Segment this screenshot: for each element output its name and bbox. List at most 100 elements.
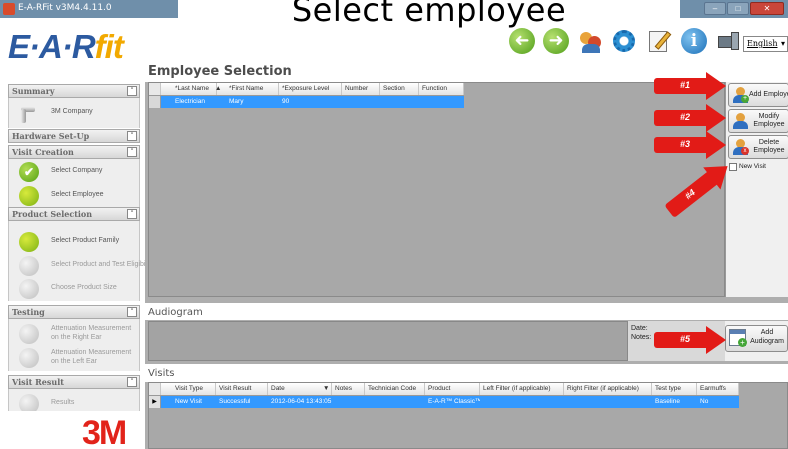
edit-user-icon <box>732 113 748 129</box>
col-notes[interactable]: Notes <box>332 383 365 395</box>
sidebar-item-select-product-family[interactable]: Select Product Family <box>9 229 141 255</box>
sidebar-item-label: Attenuation Measurement on the Right Ear <box>51 325 132 341</box>
table-row[interactable]: New Visit Successful 2012-06-04 13:43:05… <box>149 396 739 408</box>
delete-employee-label: Delete Employee <box>749 136 788 158</box>
sidebar-visit-creation-body: ✔ Select Company Select Employee <box>8 159 140 209</box>
sidebar-visit-result-header[interactable]: Visit Result ˄ <box>8 375 140 389</box>
language-value: English <box>747 39 778 48</box>
info-glyph: i <box>690 31 698 51</box>
sidebar-visit-result-title: Visit Result <box>12 377 64 387</box>
col-technician-code[interactable]: Technician Code <box>365 383 425 395</box>
cell-product: E-A-R™ Classic™ <box>428 398 480 405</box>
status-dot-icon <box>19 394 39 411</box>
sidebar-visit-creation-title: Visit Creation <box>12 147 74 157</box>
annotation-arrow-5: #5 <box>654 326 726 354</box>
delete-label-line2: Employee <box>753 147 785 154</box>
delete-label-line1: Delete <box>758 139 780 146</box>
col-product[interactable]: Product <box>425 383 480 395</box>
col-number[interactable]: Number <box>342 83 380 95</box>
computer-icon[interactable] <box>716 28 742 54</box>
sidebar-testing-title: Testing <box>12 307 45 317</box>
col-date[interactable]: Date <box>268 383 320 395</box>
window-title: E-A-RFit v3M4.4.11.0 <box>18 3 112 13</box>
sidebar-visit-creation-header[interactable]: Visit Creation ˄ <box>8 145 140 159</box>
collapse-icon[interactable]: ˄ <box>127 377 137 387</box>
sort-asc-icon: ▲ <box>215 85 222 92</box>
back-arrow-icon[interactable]: ➜ <box>509 28 535 54</box>
collapse-icon[interactable]: ˄ <box>127 209 137 219</box>
collapse-icon[interactable]: ˄ <box>127 307 137 317</box>
col-earmuffs[interactable]: Earmuffs <box>697 383 739 395</box>
col-exposure-level[interactable]: *Exposure Level <box>279 83 342 95</box>
audiogram-title: Audiogram <box>148 307 203 318</box>
status-dot-icon <box>19 232 39 252</box>
sidebar-item-right-ear[interactable]: Attenuation Measurement on the Right Ear <box>9 321 141 347</box>
sidebar-item-select-company[interactable]: ✔ Select Company <box>9 159 141 185</box>
row-selector[interactable] <box>149 96 161 108</box>
app-window: E-A-RFit v3M4.4.11.0 – □ ✕ E·A·Rfit ➜ ➜ … <box>0 0 788 449</box>
table-header: *Last Name ▲ *First Name *Exposure Level… <box>149 83 464 96</box>
forward-arrow-glyph: ➜ <box>548 30 564 51</box>
audiogram-title-bar <box>145 303 788 320</box>
language-select[interactable]: English ▾ <box>743 36 788 52</box>
add-user-icon: + <box>732 87 749 103</box>
modify-label-line1: Modify <box>758 113 780 120</box>
modify-employee-button[interactable]: Modify Employee <box>728 109 788 133</box>
col-visit-result[interactable]: Visit Result <box>216 383 268 395</box>
sidebar-item-select-employee[interactable]: Select Employee <box>9 183 141 209</box>
status-dot-icon <box>19 186 39 206</box>
add-audiogram-line1: Add <box>760 329 774 336</box>
col-right-filter[interactable]: Right Filter (if applicable) <box>564 383 652 395</box>
delete-employee-button[interactable]: x Delete Employee <box>728 135 788 159</box>
expand-icon[interactable]: ˅ <box>127 131 137 141</box>
cell-visit-type: New Visit <box>175 398 202 405</box>
date-label: Date: <box>631 325 648 332</box>
col-visit-type[interactable]: Visit Type <box>172 383 216 395</box>
users-icon[interactable] <box>578 28 604 54</box>
cell-section <box>380 96 419 108</box>
sidebar-item-label: Results <box>51 399 75 406</box>
add-audiogram-button[interactable]: + Add Audiogram <box>725 325 788 352</box>
edit-icon[interactable] <box>646 28 672 54</box>
cell-date: 2012-06-04 13:43:05 <box>271 398 332 405</box>
sidebar-summary-header[interactable]: Summary ˄ <box>8 84 140 98</box>
sidebar-testing-body: Attenuation Measurement on the Right Ear… <box>8 319 140 371</box>
sidebar-item-left-ear[interactable]: Attenuation Measurement on the Left Ear <box>9 345 141 371</box>
header-corner <box>149 83 161 95</box>
header-corner <box>149 383 161 395</box>
col-last-name[interactable]: *Last Name <box>172 83 217 95</box>
collapse-icon[interactable]: ˄ <box>127 86 137 96</box>
sidebar-item-label: 3M Company <box>51 108 93 115</box>
sidebar-product-selection-header[interactable]: Product Selection ˄ <box>8 207 140 221</box>
cell-exposure: 90 <box>282 98 290 105</box>
cell-earmuffs: No <box>700 398 709 405</box>
forward-arrow-icon[interactable]: ➜ <box>543 28 569 54</box>
window-controls: – □ ✕ <box>704 2 784 15</box>
col-left-filter[interactable]: Left Filter (if applicable) <box>480 383 564 395</box>
table-row[interactable]: Electrician Mary 90 <box>149 96 464 108</box>
row-pointer-icon[interactable]: ▶ <box>149 396 161 408</box>
add-employee-button[interactable]: + Add Employee <box>728 83 788 107</box>
col-first-name[interactable]: *First Name <box>226 83 279 95</box>
sidebar-item-results[interactable]: Results <box>9 391 139 411</box>
col-function[interactable]: Function <box>419 83 464 95</box>
close-button[interactable]: ✕ <box>750 2 784 15</box>
calendar-add-icon: + <box>729 329 747 347</box>
sidebar-hardware-header[interactable]: Hardware Set-Up ˅ <box>8 129 140 143</box>
status-dot-icon <box>19 324 39 344</box>
collapse-icon[interactable]: ˄ <box>127 147 137 157</box>
modify-label-line2: Employee <box>753 121 785 128</box>
sidebar-summary-title: Summary <box>12 86 55 96</box>
info-icon[interactable]: i <box>681 28 707 54</box>
col-section[interactable]: Section <box>380 83 419 95</box>
maximize-button[interactable]: □ <box>727 2 749 15</box>
sidebar-item-choose-size[interactable]: Choose Product Size <box>9 276 141 302</box>
caption-text: Select employee <box>291 0 567 29</box>
add-employee-label: Add Employee <box>749 91 788 98</box>
sidebar-hardware-title: Hardware Set-Up <box>12 131 90 141</box>
col-test-type[interactable]: Test type <box>652 383 697 395</box>
gear-icon[interactable] <box>611 28 637 54</box>
sidebar-testing-header[interactable]: Testing ˄ <box>8 305 140 319</box>
minimize-button[interactable]: – <box>704 2 726 15</box>
sidebar-item-label: Select Employee <box>51 191 104 198</box>
